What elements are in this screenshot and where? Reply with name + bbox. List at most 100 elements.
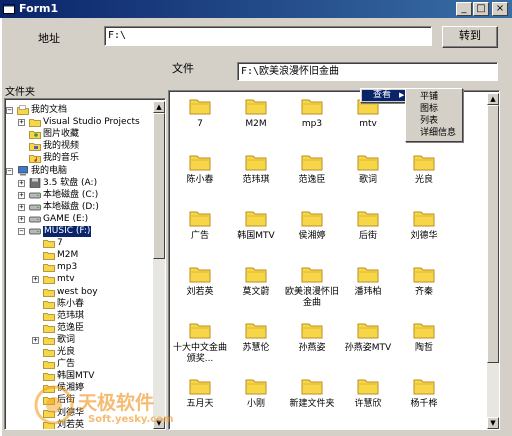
folder-label: 许慧欣 xyxy=(354,399,382,409)
folder-label: 刘德华 xyxy=(410,231,438,241)
folder-item[interactable]: 后街 xyxy=(339,209,397,242)
folder-item[interactable]: 欧美浪漫怀旧金曲 xyxy=(283,265,341,309)
folder-label: 十大中文金曲颁奖... xyxy=(172,343,227,364)
submenu-item-list[interactable]: 列表 xyxy=(420,115,438,127)
folder-item[interactable]: 陈小春 xyxy=(171,153,229,186)
folder-label: 齐秦 xyxy=(414,287,433,297)
folder-item[interactable]: 7 xyxy=(171,97,229,130)
folder-item[interactable]: 刘德华 xyxy=(395,209,453,242)
tree-item[interactable]: 图片收藏 xyxy=(29,129,79,140)
folder-icon xyxy=(43,274,55,285)
tree-item-label: MUSIC (F:) xyxy=(43,226,92,237)
files-scroll-thumb[interactable] xyxy=(487,105,499,363)
tree-item-label: 广告 xyxy=(57,359,76,370)
tree-scrollbar[interactable]: ▲ ▼ xyxy=(153,101,165,429)
folder-item[interactable]: 莫文蔚 xyxy=(227,265,285,298)
tree-expander-icon[interactable]: + xyxy=(18,191,25,199)
folder-item[interactable]: 范玮琪 xyxy=(227,153,285,186)
tree-item[interactable]: 范逸臣 xyxy=(43,323,84,334)
folder-item[interactable]: 侯湘婷 xyxy=(283,209,341,242)
view-submenu[interactable]: 平铺 图标 列表 详细信息 xyxy=(405,88,463,142)
submenu-item-details[interactable]: 详细信息 xyxy=(420,127,456,139)
tree-item[interactable]: 本地磁盘 (C:) xyxy=(29,190,98,201)
folder-label: 苏慧伦 xyxy=(242,343,270,353)
folder-item[interactable]: 韩国MTV xyxy=(227,209,285,242)
tree-item[interactable]: west boy xyxy=(43,287,98,298)
tree-item[interactable]: M2M xyxy=(43,250,78,261)
folder-item[interactable]: 五月天 xyxy=(171,377,229,410)
folder-label: 范逸臣 xyxy=(298,175,326,185)
folder-item[interactable]: 齐秦 xyxy=(395,265,453,298)
folder-item[interactable]: 杨千桦 xyxy=(395,377,453,410)
floppy-icon xyxy=(29,177,41,188)
maximize-button[interactable]: □ xyxy=(473,2,489,16)
tree-item[interactable]: 本地磁盘 (D:) xyxy=(29,202,99,213)
tree-item[interactable]: 我的文档 xyxy=(17,105,67,116)
folder-item[interactable]: M2M xyxy=(227,97,285,130)
folder-item[interactable]: 潘玮柏 xyxy=(339,265,397,298)
folder-label: 五月天 xyxy=(186,399,214,409)
tree-item[interactable]: MUSIC (F:) xyxy=(29,226,92,237)
tree-item[interactable]: 歌词 xyxy=(43,335,75,346)
tree-expander-icon[interactable]: + xyxy=(18,203,25,211)
title-bar[interactable]: Form1 _ □ × xyxy=(0,0,512,18)
submenu-item-tile[interactable]: 平铺 xyxy=(420,91,438,103)
tree-item[interactable]: 我的音乐 xyxy=(29,153,79,164)
submenu-item-icon[interactable]: 图标 xyxy=(420,103,438,115)
tree-item[interactable]: 范玮琪 xyxy=(43,311,84,322)
folder-item[interactable]: 刘若英 xyxy=(171,265,229,298)
watermark-text: 天极软件 xyxy=(78,392,155,414)
folder-item[interactable]: 新建文件夹 xyxy=(283,377,341,410)
address-input[interactable]: F:\ xyxy=(104,26,432,46)
tree-expander-icon[interactable]: − xyxy=(6,167,13,175)
folder-item[interactable]: 小刚 xyxy=(227,377,285,410)
tree-expander-icon[interactable]: − xyxy=(6,107,13,114)
files-scroll-up-icon[interactable]: ▲ xyxy=(487,93,499,105)
tree-item-label: 光良 xyxy=(57,347,76,357)
files-scroll-down-icon[interactable]: ▼ xyxy=(487,417,499,429)
watermark-logo-icon xyxy=(34,385,74,425)
context-menu[interactable]: 查看 ▶ xyxy=(360,88,408,103)
tree-item[interactable]: mtv xyxy=(43,274,75,285)
tree-item[interactable]: 3.5 软盘 (A:) xyxy=(29,178,97,189)
tree-item[interactable]: 陈小春 xyxy=(43,299,84,310)
tree-expander-icon[interactable]: + xyxy=(32,276,39,284)
tree-expander-icon[interactable]: + xyxy=(32,336,39,344)
tree-item[interactable]: 7 xyxy=(43,238,63,249)
tree-item[interactable]: Visual Studio Projects xyxy=(29,117,140,128)
tree-scroll-thumb[interactable] xyxy=(153,113,165,259)
folder-item[interactable]: 广告 xyxy=(171,209,229,242)
folder-item[interactable]: 光良 xyxy=(395,153,453,186)
folder-item[interactable]: 苏慧伦 xyxy=(227,321,285,354)
folder-icon xyxy=(339,321,397,339)
folder-item[interactable]: mp3 xyxy=(283,97,341,130)
tree-item[interactable]: GAME (E:) xyxy=(29,214,88,225)
tree-scroll-up-icon[interactable]: ▲ xyxy=(153,101,165,113)
tree-item[interactable]: 我的电脑 xyxy=(17,166,67,177)
tree-item[interactable]: 广告 xyxy=(43,359,75,370)
minimize-button[interactable]: _ xyxy=(456,2,472,16)
folder-tree[interactable]: − 我的文档 + Visual Studio Projects 图片收藏 我的视频 我的音乐… xyxy=(4,98,166,430)
tree-expander-icon[interactable]: − xyxy=(18,228,25,235)
tree-item[interactable]: 我的视频 xyxy=(29,141,79,152)
go-button[interactable]: 转到 xyxy=(442,26,498,48)
folder-item[interactable]: 孙燕姿 xyxy=(283,321,341,354)
tree-item[interactable]: mp3 xyxy=(43,262,77,273)
files-scrollbar[interactable]: ▲ ▼ xyxy=(487,93,499,429)
folder-item[interactable]: 歌词 xyxy=(339,153,397,186)
file-input[interactable]: F:\欧美浪漫怀旧金曲 xyxy=(237,62,498,81)
folder-icon xyxy=(43,335,55,345)
tree-expander-icon[interactable]: + xyxy=(18,215,25,223)
tree-item[interactable]: 韩国MTV xyxy=(43,371,94,382)
folder-item[interactable]: 范逸臣 xyxy=(283,153,341,186)
folder-label: 陈小春 xyxy=(186,175,214,185)
folder-item[interactable]: 十大中文金曲颁奖... xyxy=(171,321,229,365)
folder-item[interactable]: 孙燕姿MTV xyxy=(339,321,397,354)
tree-expander-icon[interactable]: + xyxy=(18,179,25,187)
tree-item[interactable]: 光良 xyxy=(43,347,75,358)
tree-expander-icon[interactable]: + xyxy=(18,119,25,127)
tree-item-label: 歌词 xyxy=(57,334,76,345)
folder-item[interactable]: 许慧欣 xyxy=(339,377,397,410)
folder-item[interactable]: 陶哲 xyxy=(395,321,453,354)
close-button[interactable]: × xyxy=(492,2,508,16)
